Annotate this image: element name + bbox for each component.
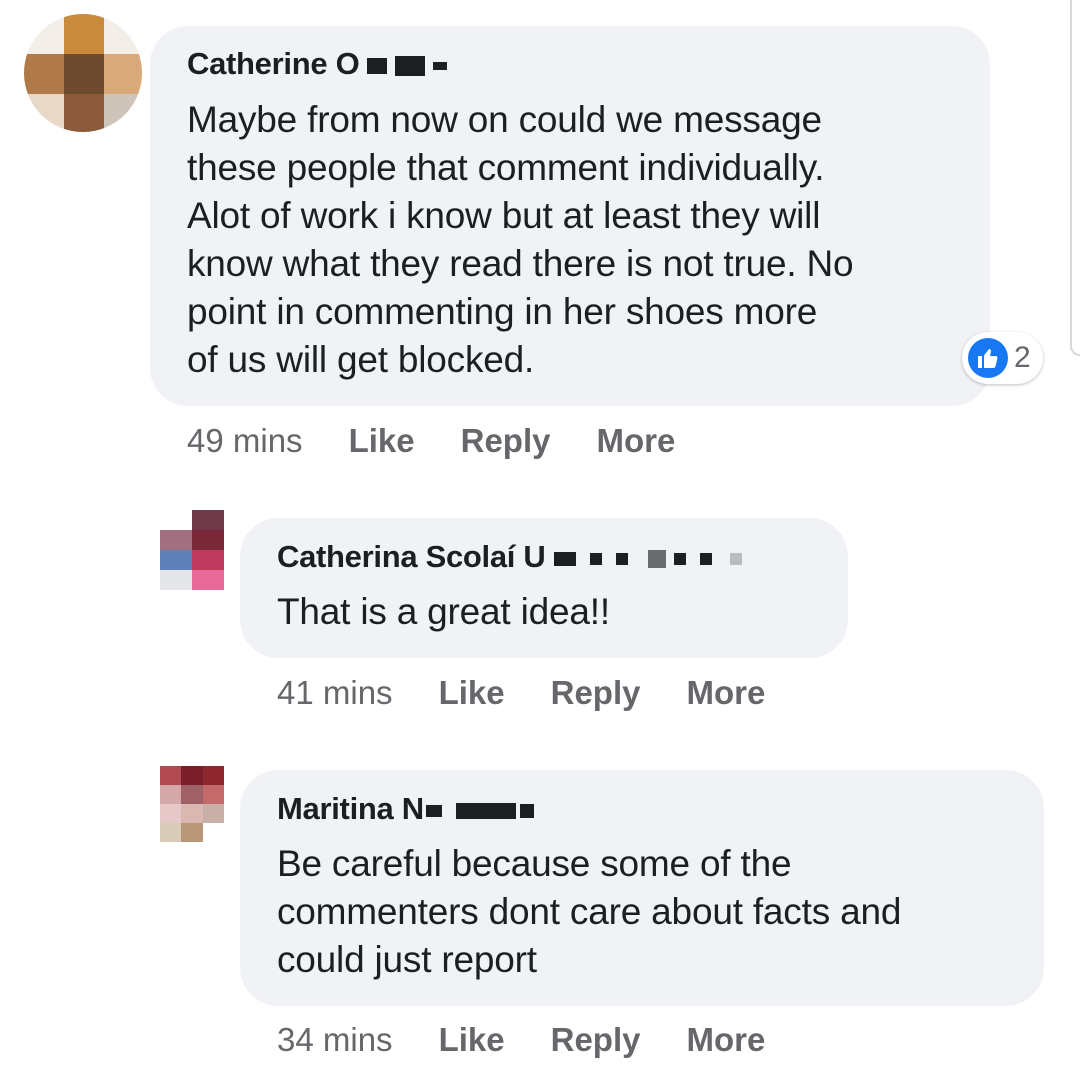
redacted-name-block [519, 803, 534, 818]
redacted-name-block [673, 552, 686, 565]
comment-author[interactable]: Catherine O [187, 46, 448, 81]
comment-text-line: could just report [277, 939, 537, 980]
reaction-count: 2 [1014, 341, 1031, 374]
like-button[interactable]: Like [349, 422, 415, 459]
comment-text-line: Maybe from now on could we message [187, 99, 822, 140]
author-name[interactable]: Maritina N [277, 791, 424, 826]
redacted-name-block [425, 804, 442, 817]
comment-text-line: point in commenting in her shoes more [187, 291, 818, 332]
timestamp[interactable]: 49 mins [187, 422, 303, 459]
more-button[interactable]: More [596, 422, 675, 459]
more-button[interactable]: More [686, 1021, 765, 1058]
comment-text: Maybe from now on could we message these… [187, 96, 854, 384]
redacted-name-block [395, 55, 426, 76]
redacted-name-block [589, 552, 602, 565]
avatar[interactable] [24, 14, 142, 132]
comment-text-line: of us will get blocked. [187, 339, 535, 380]
comment-text-line: Alot of work i know but at least they wi… [187, 195, 821, 236]
avatar[interactable] [160, 766, 224, 842]
redacted-name-block [455, 802, 516, 819]
scroll-edge [1070, 0, 1080, 356]
comment-actions: 41 mins Like Reply More [277, 676, 765, 709]
avatar[interactable] [160, 510, 224, 590]
author-name[interactable]: Catherine O [187, 46, 360, 81]
timestamp[interactable]: 34 mins [277, 1021, 393, 1058]
redacted-name-block [647, 549, 666, 568]
thumbs-up-icon [968, 338, 1008, 378]
redacted-name-block [699, 552, 712, 565]
redacted-name-block [615, 552, 628, 565]
comment-text-line: Be careful because some of the [277, 843, 792, 884]
comment-text: Be careful because some of the commenter… [277, 840, 901, 984]
comment-actions: 34 mins Like Reply More [277, 1023, 765, 1056]
comment-text-line: commenters dont care about facts and [277, 891, 902, 932]
redacted-name-block [433, 61, 448, 70]
comment-author[interactable]: Maritina N [277, 793, 534, 824]
reaction-badge[interactable]: 2 [962, 332, 1043, 384]
redacted-name-block [553, 551, 576, 566]
comment-author[interactable]: Catherina Scolaí U [277, 541, 742, 572]
reply-button[interactable]: Reply [551, 674, 641, 711]
comment-text-line: these people that comment individually. [187, 147, 825, 188]
comment-text-line: know what they read there is not true. N… [187, 243, 854, 284]
reply-button[interactable]: Reply [461, 422, 551, 459]
comment-actions: 49 mins Like Reply More [187, 424, 675, 457]
redacted-name-block [367, 57, 388, 74]
comment-text-line: That is a great idea!! [277, 591, 610, 632]
comment-text: That is a great idea!! [277, 588, 610, 636]
redacted-name-block [729, 552, 742, 565]
like-button[interactable]: Like [439, 1021, 505, 1058]
reply-button[interactable]: Reply [551, 1021, 641, 1058]
author-name[interactable]: Catherina Scolaí U [277, 539, 546, 574]
more-button[interactable]: More [686, 674, 765, 711]
like-button[interactable]: Like [439, 674, 505, 711]
timestamp[interactable]: 41 mins [277, 674, 393, 711]
